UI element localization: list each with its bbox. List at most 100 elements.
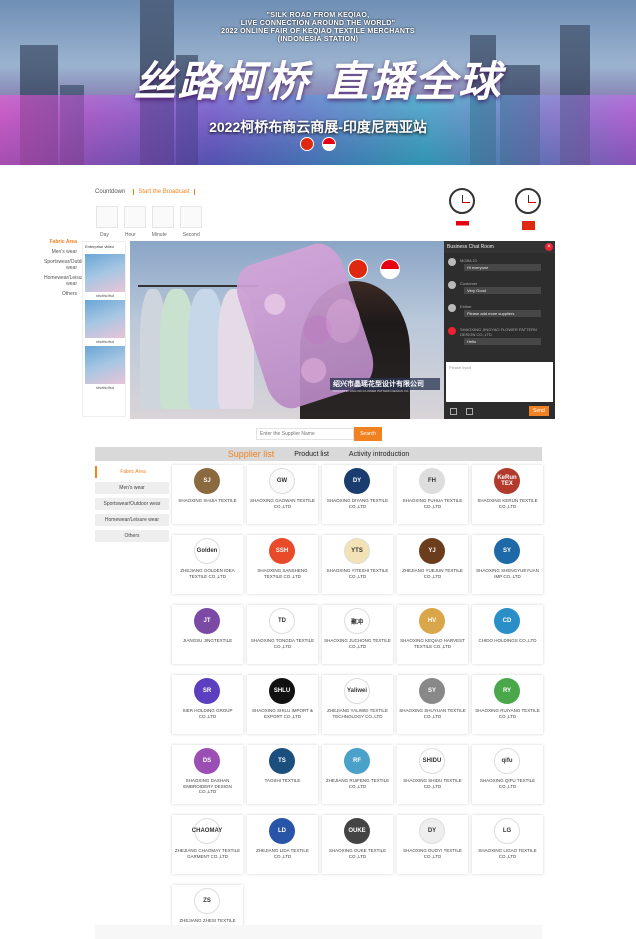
supplier-card[interactable]: CD CHIDO HOLDINGS CO.,LTD [472,605,543,664]
supplier-card[interactable]: RF ZHEJIANG RUIFENG TEXTILE CO.,LTD [322,745,393,804]
enterprise-video-item[interactable]: sfsdfsdfsd [85,254,125,298]
live-category-sports[interactable]: Sportswear/Outdoor wear [44,259,89,271]
supplier-logo: DS [194,748,220,774]
supplier-name: SHAOXING QIFU TEXTILE CO.,LTD [479,778,536,789]
avatar [448,281,456,289]
supplier-logo: RF [344,748,370,774]
unit-second: Second [182,232,200,238]
supplier-card[interactable]: DY SHAOXING DIYANG TEXTILE CO.,LTD [322,465,393,524]
supplier-category-list: Fabric Area Men's wear Sportswear/Outdoo… [95,466,169,546]
banner-chinese-title: 丝路柯桥 直播全球 [133,57,503,106]
search-button[interactable]: Search [354,427,382,441]
folder-icon[interactable] [450,408,457,415]
china-flag-icon [522,221,535,230]
supplier-card[interactable]: DS SHAOXING DASHAN EMBROIDERY DESIGN CO.,… [172,745,243,804]
banner-english-title: "SILK ROAD FROM KEQIAO, LIVE CONNECTION … [221,12,415,43]
supplier-name: SHAOXING SHENGYUEYUAN IMP CO.,LTD [476,568,539,579]
tab-product-list[interactable]: Product list [294,451,329,458]
live-video-player[interactable]: 绍兴市晶瑶花型设计有限公司 SHAOXING JINGYAO FLOWER PA… [130,241,444,419]
supplier-logo: OUKE [344,818,370,844]
supplier-card[interactable]: SY SHAOXING SHUYUAN TEXTILE CO.,LTD [397,675,468,734]
supplier-logo: Golden [194,538,220,564]
supplier-name: TAOSHI TEXTILE [264,778,301,783]
supplier-logo: SJ [194,468,220,494]
supplier-logo: HV [419,608,445,634]
chat-input[interactable]: Please input [446,362,553,402]
supplier-name: ZHEJIANG LIDA TEXTILE CO.,LTD [256,848,309,859]
supplier-name: CHIDO HOLDINGS CO.,LTD [478,638,537,643]
supplier-logo: RY [494,678,520,704]
supplier-card[interactable]: KeRun TEX SHAOXING KERUN TEXTILE CO.,LTD [472,465,543,524]
avatar [448,258,456,266]
supplier-card[interactable]: OUKE SHAOXING OUKE TEXTILE CO.,LTD [322,815,393,874]
supplier-card[interactable]: qifu SHAOXING QIFU TEXTILE CO.,LTD [472,745,543,804]
countdown-units: Day Hour Minute Second [100,232,200,238]
countdown-second-box [180,206,202,228]
supplier-card[interactable]: TD SHAOXING TONGDA TEXTILE CO.,LTD [247,605,318,664]
category-others[interactable]: Others [95,530,169,542]
supplier-card[interactable]: DY SHAOXING DUOYI TEXTILE CO.,LTD [397,815,468,874]
supplier-card[interactable]: FH SHAOXING FUHUA TEXTILE CO.,LTD [397,465,468,524]
supplier-name: ZHEJIANG YUEJUN TEXTILE CO.,LTD [402,568,463,579]
supplier-name: SHAOXING SHUYUAN TEXTILE CO.,LTD [399,708,466,719]
supplier-logo: JT [194,608,220,634]
supplier-logo: YJ [419,538,445,564]
supplier-card[interactable]: CHAOMAY ZHEJIANG CHAOMAY TEXTILE GARMENT … [172,815,243,874]
supplier-card[interactable]: SSH SHAOXING SANSHENG TEXTILE CO.,LTD [247,535,318,594]
supplier-logo: LG [494,818,520,844]
chat-text: Very Good [464,287,541,294]
chat-text: Please add more suppliers [464,310,541,317]
countdown-label: Countdown [95,189,126,195]
supplier-card[interactable]: GW SHAOXING GAOWAN TEXTILE CO.,LTD [247,465,318,524]
chat-footer: Send [444,403,555,419]
supplier-logo: TD [269,608,295,634]
main-tabs: Supplier list Product list Activity intr… [95,447,542,461]
supplier-search-input[interactable] [256,428,354,440]
chat-sender: Esther [460,304,472,309]
tab-supplier-list[interactable]: Supplier list [228,449,275,459]
start-broadcast-tab[interactable]: Start the Broadcast [133,189,195,195]
live-category-list: Fabric Area Men's wear Sportswear/Outdoo… [44,239,89,301]
close-icon[interactable]: × [545,243,553,251]
supplier-card[interactable]: 聚冲 SHAOXING JUCHONG TEXTILE CO.,LTD [322,605,393,664]
supplier-name: SHAOXING DUOYI TEXTILE CO.,LTD [403,848,462,859]
enterprise-video-label: sfsdfsdfsd [95,293,114,298]
enterprise-video-item[interactable]: sfsdfsdfsd [85,300,125,344]
supplier-logo: CD [494,608,520,634]
enterprise-video-item[interactable]: sfsdfsdfsd [85,346,125,390]
supplier-card[interactable]: SHLU SHAOXING SHILU IMPORT & EXPORT CO.,L… [247,675,318,734]
avatar [448,327,456,335]
category-fabric[interactable]: Fabric Area [95,466,169,478]
live-category-home[interactable]: Homewear/Leisure wear [44,275,86,287]
tab-activity-introduction[interactable]: Activity introduction [349,451,409,458]
supplier-card[interactable]: YJ ZHEJIANG YUEJUN TEXTILE CO.,LTD [397,535,468,594]
live-category-mens[interactable]: Men's wear [44,249,77,255]
supplier-card[interactable]: RY SHAOXING RUIYANG TEXTILE CO.,LTD [472,675,543,734]
unit-day: Day [100,232,109,238]
live-category-others[interactable]: Others [44,291,77,297]
category-home[interactable]: Homewear/Leisure wear [95,514,169,526]
supplier-card[interactable]: Golden ZHEJIANG GOLDEN IDEA TEXTILE CO.,L… [172,535,243,594]
supplier-card[interactable]: LD ZHEJIANG LIDA TEXTILE CO.,LTD [247,815,318,874]
supplier-logo: GW [269,468,295,494]
category-mens[interactable]: Men's wear [95,482,169,494]
supplier-card[interactable]: YTS SHAOXING YITESHI TEXTILE CO.,LTD [322,535,393,594]
unit-hour: Hour [124,232,136,238]
supplier-logo: 聚冲 [344,608,370,634]
supplier-card[interactable]: LG SHAOXING LIGAO TEXTILE CO.,LTD [472,815,543,874]
supplier-logo: Yaliwei [344,678,370,704]
live-category-fabric[interactable]: Fabric Area [44,239,77,245]
supplier-card[interactable]: JT JIANGSU JINGTEXTILE [172,605,243,664]
send-button[interactable]: Send [529,406,549,416]
supplier-card[interactable]: SY SHAOXING SHENGYUEYUAN IMP CO.,LTD [472,535,543,594]
image-icon[interactable] [466,408,473,415]
countdown-header: Countdown Start the Broadcast [95,189,195,195]
supplier-card[interactable]: SR SIER HOLDING GROUP CO.,LTD [172,675,243,734]
supplier-card[interactable]: Yaliwei ZHEJIANG YALIWEI TEXTILE TECHNOLO… [322,675,393,734]
chat-sender: SHAOXING JINGYAO FLOWER PATTERN DESIGN C… [460,327,537,337]
supplier-card[interactable]: SJ SHAOXING SHIJIA TEXTILE [172,465,243,524]
supplier-card[interactable]: SHIDU SHAOXING SHIDU TEXTILE CO.,LTD [397,745,468,804]
supplier-card[interactable]: HV SHAOXING KEQIAO HARVEST TEXTILE CO.,LT… [397,605,468,664]
supplier-card[interactable]: TS TAOSHI TEXTILE [247,745,318,804]
category-sports[interactable]: Sportswear/Outdoor wear [95,498,169,510]
